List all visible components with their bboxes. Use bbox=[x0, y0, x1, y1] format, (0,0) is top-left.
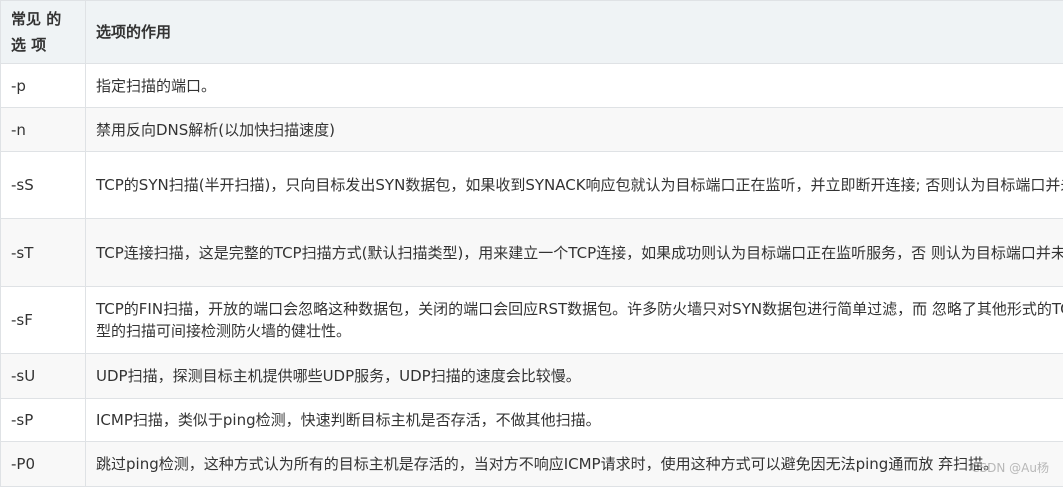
table-row: -n 禁用反向DNS解析(以加快扫描速度) bbox=[0, 107, 1063, 152]
option-cell: -sF bbox=[0, 286, 86, 354]
table-row: -P0 跳过ping检测，这种方式认为所有的目标主机是存活的，当对方不响应ICM… bbox=[0, 441, 1063, 487]
description-cell: ICMP扫描，类似于ping检测，快速判断目标主机是否存活，不做其他扫描。 bbox=[85, 398, 1063, 442]
description-cell: 跳过ping检测，这种方式认为所有的目标主机是存活的，当对方不响应ICMP请求时… bbox=[85, 441, 1063, 487]
description-cell: 禁用反向DNS解析(以加快扫描速度) bbox=[85, 107, 1063, 152]
option-cell: -sU bbox=[0, 353, 86, 399]
header-description: 选项的作用 bbox=[85, 0, 1063, 64]
option-cell: -p bbox=[0, 63, 86, 108]
option-cell: -sS bbox=[0, 151, 86, 219]
table-header-row: 常见 的 选 项 选项的作用 bbox=[0, 0, 1063, 64]
description-cell: TCP的FIN扫描，开放的端口会忽略这种数据包，关闭的端口会回应RST数据包。许… bbox=[85, 286, 1063, 354]
header-option: 常见 的 选 项 bbox=[0, 0, 86, 64]
table-row: -p 指定扫描的端口。 bbox=[0, 63, 1063, 108]
description-cell: 指定扫描的端口。 bbox=[85, 63, 1063, 108]
description-cell: UDP扫描，探测目标主机提供哪些UDP服务，UDP扫描的速度会比较慢。 bbox=[85, 353, 1063, 399]
table-row: -sS TCP的SYN扫描(半开扫描)，只向目标发出SYN数据包，如果收到SYN… bbox=[0, 151, 1063, 219]
table-row: -sF TCP的FIN扫描，开放的端口会忽略这种数据包，关闭的端口会回应RST数… bbox=[0, 286, 1063, 354]
option-cell: -sT bbox=[0, 218, 86, 287]
table-row: -sP ICMP扫描，类似于ping检测，快速判断目标主机是否存活，不做其他扫描… bbox=[0, 398, 1063, 442]
table-row: -sU UDP扫描，探测目标主机提供哪些UDP服务，UDP扫描的速度会比较慢。 bbox=[0, 353, 1063, 399]
description-cell: TCP的SYN扫描(半开扫描)，只向目标发出SYN数据包，如果收到SYNACK响… bbox=[85, 151, 1063, 219]
option-cell: -sP bbox=[0, 398, 86, 442]
option-cell: -P0 bbox=[0, 441, 86, 487]
page: 常见 的 选 项 选项的作用 -p 指定扫描的端口。 -n 禁用反向DNS解析(… bbox=[0, 0, 1063, 488]
options-table: 常见 的 选 项 选项的作用 -p 指定扫描的端口。 -n 禁用反向DNS解析(… bbox=[0, 0, 1063, 487]
table-row: -sT TCP连接扫描，这是完整的TCP扫描方式(默认扫描类型)，用来建立一个T… bbox=[0, 218, 1063, 287]
option-cell: -n bbox=[0, 107, 86, 152]
description-cell: TCP连接扫描，这是完整的TCP扫描方式(默认扫描类型)，用来建立一个TCP连接… bbox=[85, 218, 1063, 287]
